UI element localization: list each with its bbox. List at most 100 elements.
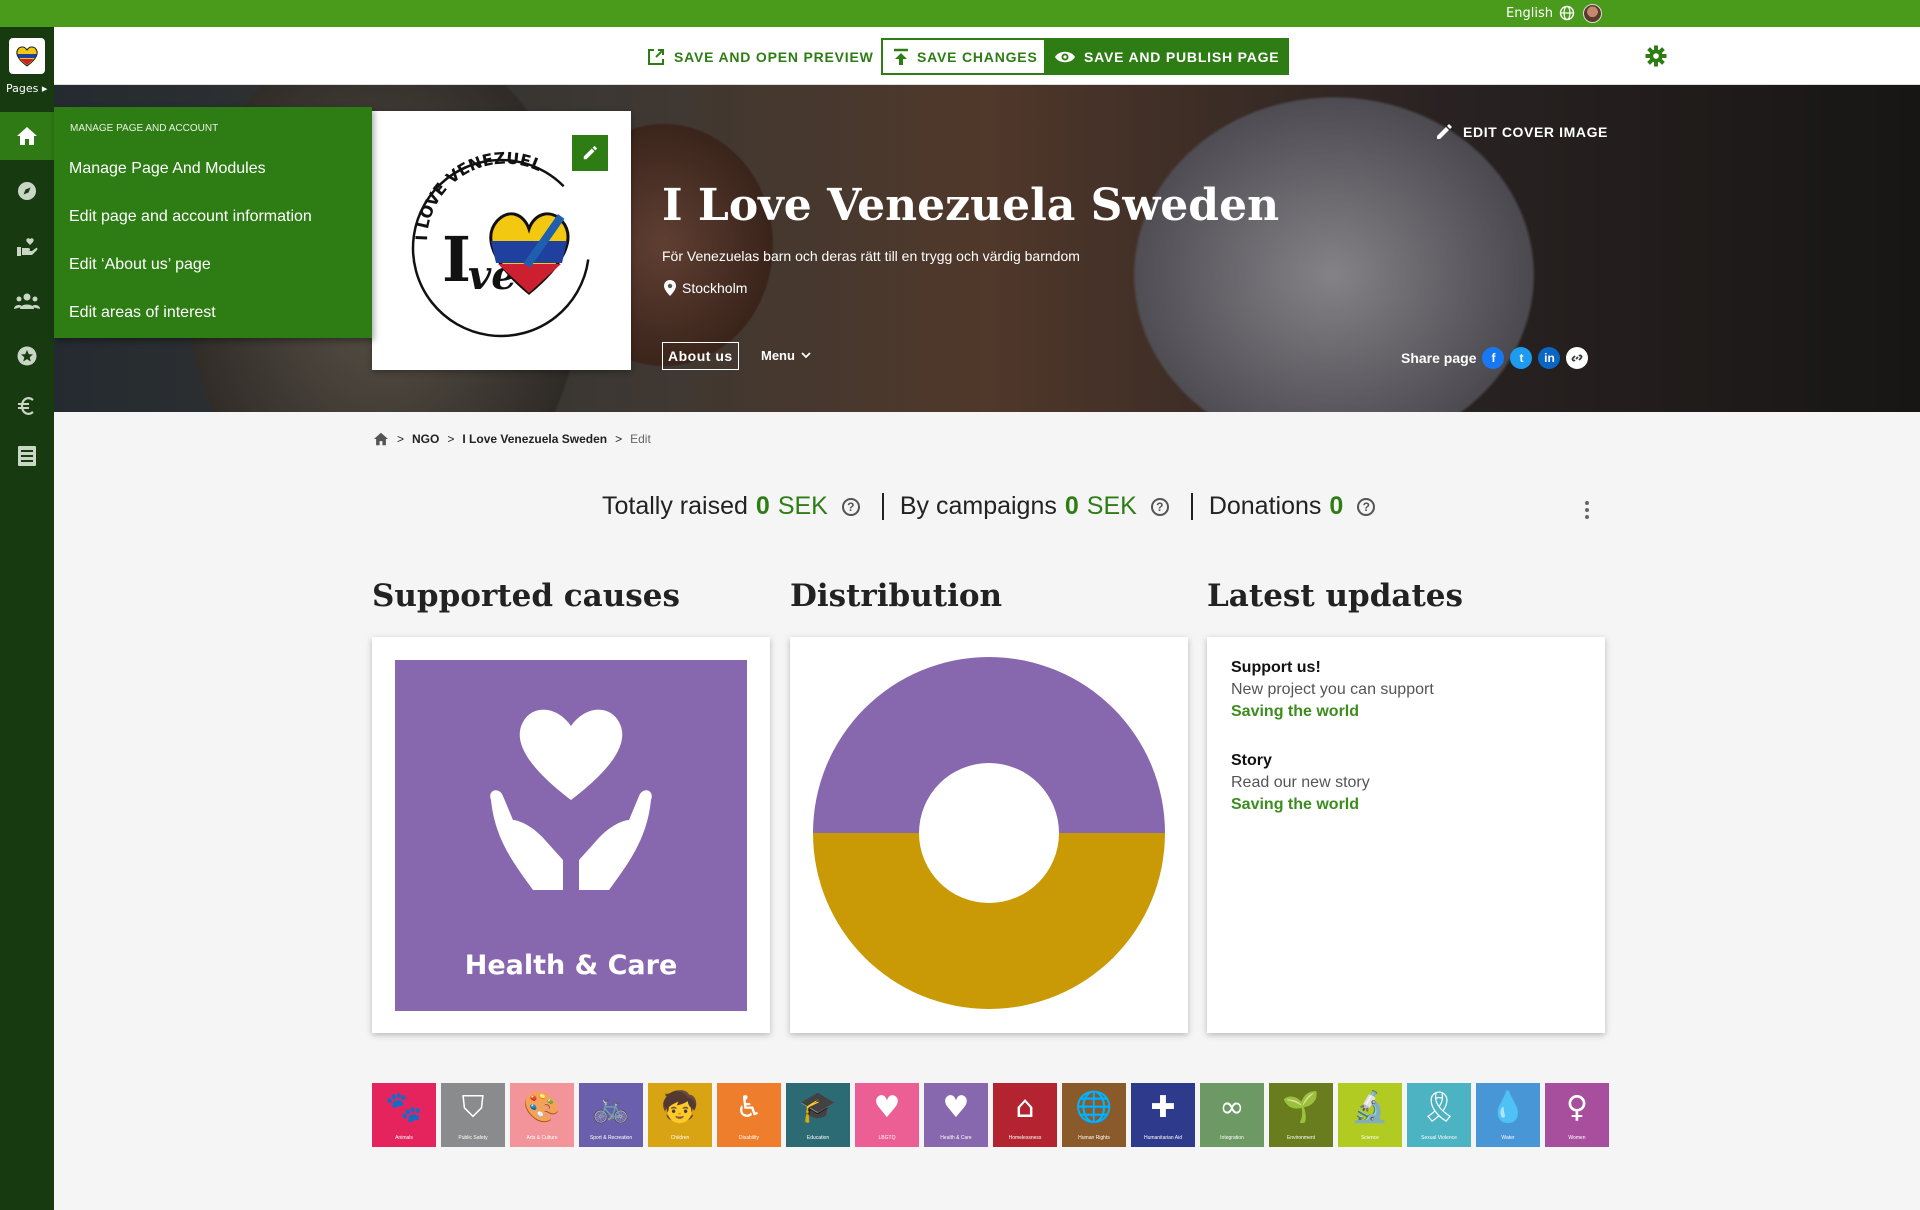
interest-label: Environment — [1286, 1135, 1316, 1141]
help-icon[interactable]: ? — [1150, 497, 1169, 516]
top-bar: English — [0, 0, 1920, 27]
interest-tile[interactable]: ✚ Humanitarian Aid — [1131, 1083, 1195, 1147]
interest-tile[interactable]: 🎗 Sexual Violence — [1407, 1083, 1471, 1147]
update-title: Support us! — [1231, 659, 1321, 676]
more-options-button[interactable] — [1584, 500, 1590, 524]
interest-label: Health & Care — [940, 1135, 972, 1141]
update-item: Story Read our new story Saving the worl… — [1231, 752, 1370, 814]
twitter-icon[interactable]: t — [1510, 347, 1533, 369]
nav-favorites[interactable] — [0, 332, 54, 380]
share-bar: Share page f t in — [1401, 347, 1589, 369]
save-changes-label: SAVE CHANGES — [917, 48, 1038, 65]
home-icon[interactable] — [373, 432, 389, 446]
latest-updates-card: Support us! New project you can support … — [1207, 637, 1605, 1033]
shield-icon: ⛉ — [461, 1090, 485, 1125]
interest-tile[interactable]: 🌐 Human Rights — [1062, 1083, 1126, 1147]
interest-tile[interactable]: 🌱 Environment — [1269, 1083, 1333, 1147]
left-sidebar: Pages ▸ — [0, 27, 54, 1210]
page-subtitle: För Venezuelas barn och deras rätt till … — [662, 248, 1080, 264]
interest-label: Sport & Recreation — [589, 1135, 633, 1141]
document-list-icon — [18, 446, 36, 466]
breadcrumb-org[interactable]: I Love Venezuela Sweden — [462, 432, 607, 446]
bike-icon: 🚲 — [592, 1090, 630, 1125]
menu-item-edit-interests[interactable]: Edit areas of interest — [69, 304, 216, 322]
update-text: Read our new story — [1231, 774, 1370, 791]
save-and-publish-button[interactable]: SAVE AND PUBLISH PAGE — [1044, 38, 1290, 75]
help-icon[interactable]: ? — [841, 497, 860, 516]
save-and-preview-button[interactable]: SAVE AND OPEN PREVIEW — [636, 38, 884, 75]
globe-icon — [1559, 5, 1575, 21]
campaigns-value: 0 — [1064, 492, 1079, 520]
org-logo-thumbnail[interactable] — [9, 38, 45, 74]
save-and-publish-label: SAVE AND PUBLISH PAGE — [1084, 48, 1280, 65]
interest-label: Homelessness — [1008, 1135, 1042, 1141]
interest-tile[interactable]: 🎨 Arts & Culture — [510, 1083, 574, 1147]
interest-tile[interactable]: 💧 Water — [1476, 1083, 1540, 1147]
interest-tile[interactable]: 🔬 Science — [1338, 1083, 1402, 1147]
open-external-icon — [648, 48, 664, 65]
donut-slice-0 — [813, 657, 1165, 833]
pages-menu-toggle[interactable]: Pages ▸ — [6, 82, 47, 95]
interest-label: Children — [670, 1135, 690, 1141]
compass-icon — [18, 182, 36, 200]
nav-explore[interactable] — [0, 167, 54, 215]
interest-tile[interactable]: 🚲 Sport & Recreation — [579, 1083, 643, 1147]
campaigns-currency: SEK — [1086, 492, 1137, 520]
save-changes-button[interactable]: SAVE CHANGES — [881, 38, 1050, 75]
menu-item-manage-modules[interactable]: Manage Page And Modules — [69, 160, 266, 178]
cover-menu-button[interactable]: Menu — [761, 348, 811, 363]
link-icon: ∞ — [1219, 1090, 1245, 1125]
interest-label: Integration — [1220, 1135, 1244, 1141]
update-link[interactable]: Saving the world — [1231, 796, 1370, 814]
home-icon — [17, 127, 37, 145]
menu-item-edit-about[interactable]: Edit ‘About us’ page — [69, 256, 211, 274]
interest-tile[interactable]: ♀ Women — [1545, 1083, 1609, 1147]
edit-logo-button[interactable] — [572, 135, 608, 171]
nav-finance[interactable] — [0, 382, 54, 430]
update-link[interactable]: Saving the world — [1231, 703, 1434, 721]
interest-tile[interactable]: ♥ LBGTQ — [855, 1083, 919, 1147]
donations-value: 0 — [1329, 492, 1344, 520]
star-circle-icon — [17, 346, 37, 366]
facebook-icon[interactable]: f — [1482, 347, 1505, 369]
upload-icon — [894, 48, 908, 65]
hands-heart-icon: ♥ — [942, 1090, 970, 1125]
menu-item-edit-page-info[interactable]: Edit page and account information — [69, 208, 312, 226]
about-us-button[interactable]: About us — [662, 342, 739, 370]
chevron-down-icon — [801, 352, 811, 359]
interest-tile[interactable]: ∞ Integration — [1200, 1083, 1264, 1147]
interest-tile[interactable]: ♿ Disability — [717, 1083, 781, 1147]
fundraising-stats: Totally raised 0 SEK ? By campaigns 0 SE… — [602, 492, 1381, 521]
cause-tile-health-care[interactable]: Health & Care — [395, 660, 747, 1011]
interest-tile[interactable]: ♥ Health & Care — [924, 1083, 988, 1147]
update-item: Support us! New project you can support … — [1231, 659, 1434, 721]
nav-members[interactable] — [0, 277, 54, 325]
interest-tile[interactable]: 🎓 Education — [786, 1083, 850, 1147]
help-icon[interactable]: ? — [1357, 497, 1376, 516]
paw-icon: 🐾 — [385, 1090, 423, 1125]
nav-home[interactable] — [0, 112, 54, 160]
menu-label: Menu — [761, 348, 795, 363]
update-title: Story — [1231, 752, 1272, 769]
interest-tile[interactable]: 🧒 Children — [648, 1083, 712, 1147]
breadcrumb-ngo[interactable]: NGO — [412, 432, 439, 446]
language-label: English — [1506, 5, 1553, 21]
nav-reports[interactable] — [0, 432, 54, 480]
child-icon: 🧒 — [661, 1090, 699, 1125]
cause-label: Health & Care — [464, 950, 678, 981]
interest-tile[interactable]: 🐾 Animals — [372, 1083, 436, 1147]
user-avatar[interactable] — [1583, 4, 1602, 23]
interest-tile[interactable]: ⌂ Homelessness — [993, 1083, 1057, 1147]
interest-tile[interactable]: ⛉ Public Safety — [441, 1083, 505, 1147]
breadcrumb-current: Edit — [630, 432, 651, 446]
euro-icon — [18, 397, 34, 415]
nav-donations[interactable] — [0, 223, 54, 271]
language-selector[interactable]: English — [1506, 5, 1575, 21]
share-label: Share page — [1401, 350, 1477, 366]
settings-button[interactable] — [1645, 45, 1667, 71]
gear-icon — [1645, 45, 1667, 67]
linkedin-icon[interactable]: in — [1538, 347, 1561, 369]
edit-cover-image-button[interactable]: EDIT COVER IMAGE — [1435, 123, 1608, 141]
palette-icon: 🎨 — [523, 1090, 561, 1125]
copy-link-icon[interactable] — [1566, 347, 1589, 369]
